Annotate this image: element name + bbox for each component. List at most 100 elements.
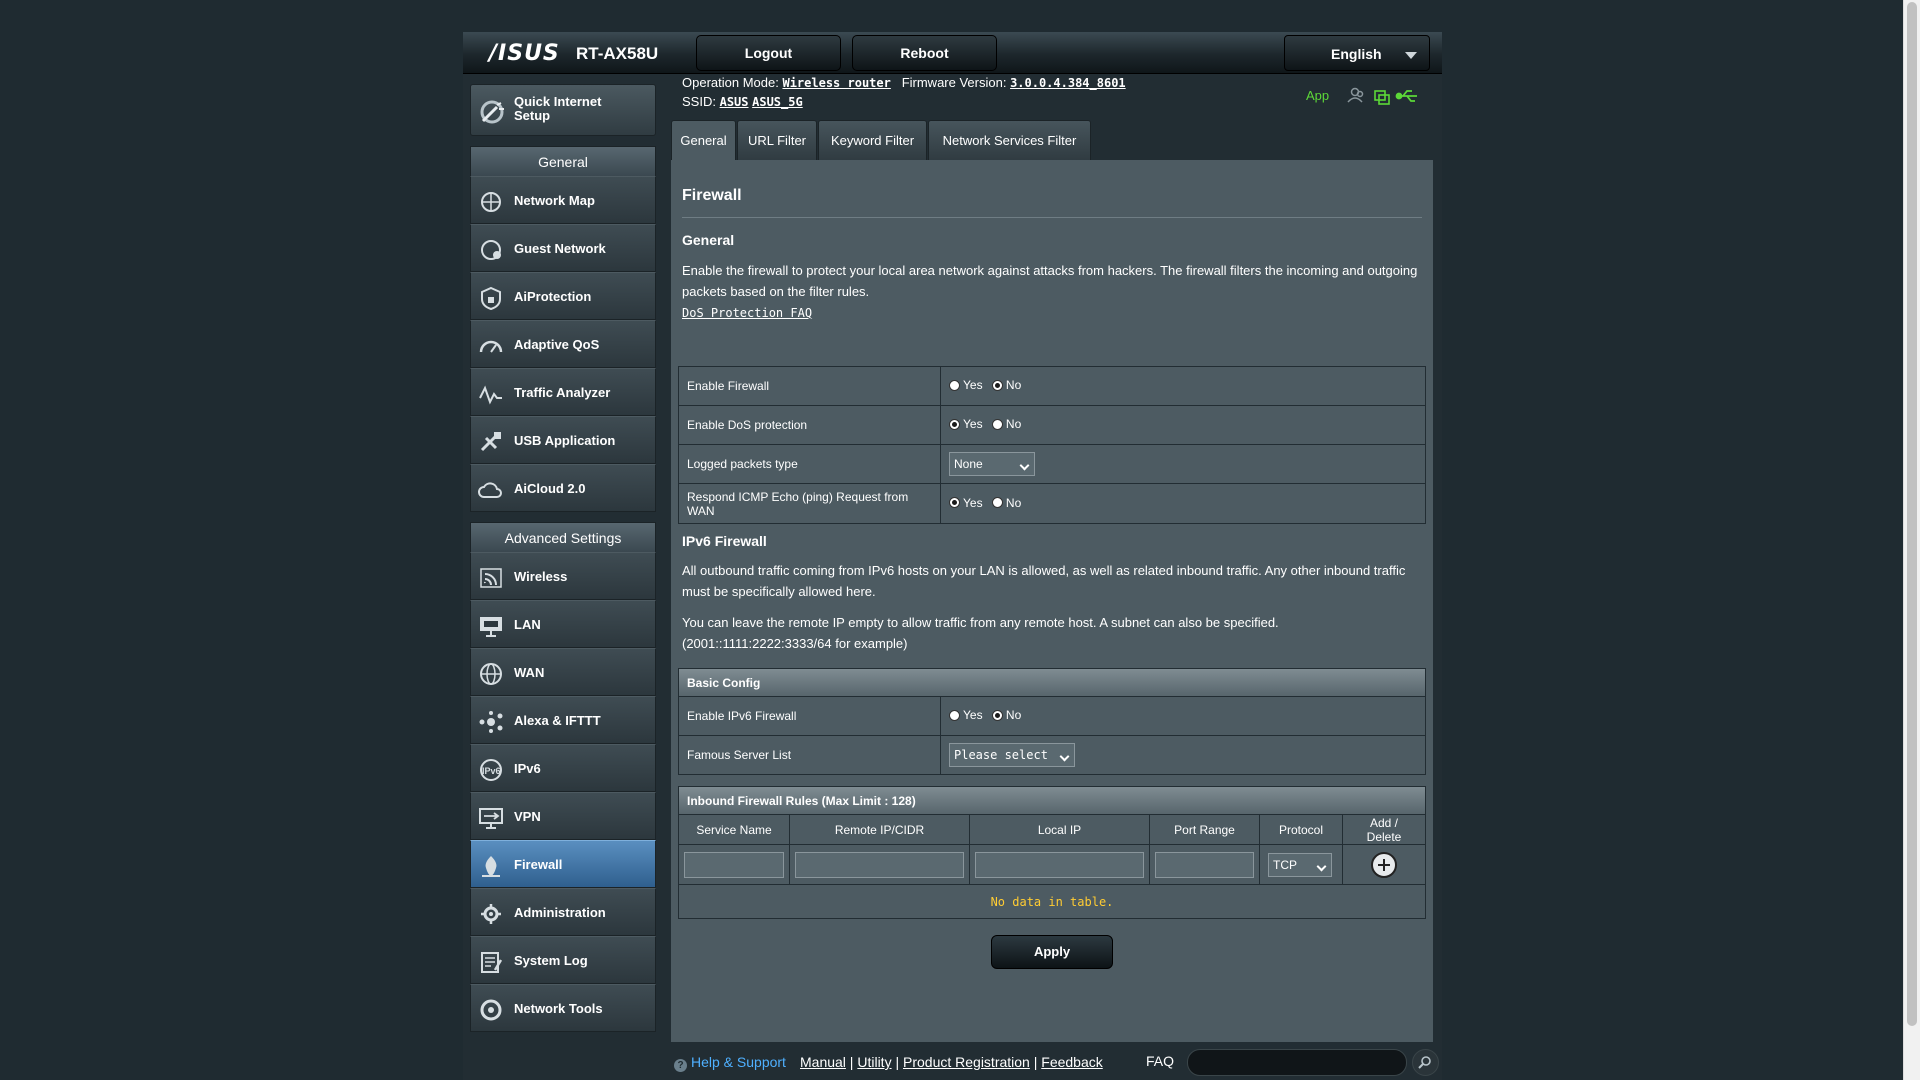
usb-icon[interactable] [1395,90,1418,102]
language-select[interactable]: English [1284,35,1430,71]
sidebar-item-aicloud-2-0[interactable]: AiCloud 2.0 [470,464,656,512]
ssid-link-2[interactable]: ASUS_5G [752,95,803,109]
logged-packets-label: Logged packets type [678,444,941,484]
protocol-select[interactable]: TCP [1268,852,1332,877]
page-scrollbar[interactable] [1903,0,1920,1080]
op-mode-link[interactable]: Wireless router [782,76,890,90]
utility-link[interactable]: Utility [857,1054,891,1070]
radio-yes[interactable] [949,418,960,430]
status-info: Operation Mode: Wireless router Firmware… [682,75,1126,113]
firewall-icon [482,856,500,877]
router-app: /ISUS RT-AX58U Logout Reboot English Ope… [463,32,1442,1080]
icmp-echo-yes[interactable]: Yes [949,496,983,510]
apply-button[interactable]: Apply [991,935,1113,969]
sidebar-item-label: LAN [514,617,541,632]
aicloud-2-0-icon [478,482,502,498]
enable-ipv6-no[interactable]: No [991,708,1021,722]
sidebar-item-aiprotection[interactable]: AiProtection [470,272,656,320]
radio-no[interactable] [991,418,1003,430]
enable-firewall-no[interactable]: No [991,378,1021,392]
reboot-button[interactable]: Reboot [852,35,997,71]
no-data-message: No data in table. [678,884,1426,919]
remote-ip-input[interactable] [795,851,964,878]
famous-server-select[interactable]: Please select [949,743,1075,767]
page-title: Firewall [682,187,742,204]
tab-network-services-filter[interactable]: Network Services Filter [928,120,1091,162]
sidebar-item-adaptive-qos[interactable]: Adaptive QoS [470,320,656,368]
radio-yes[interactable] [949,497,960,509]
sidebar-item-vpn[interactable]: VPN [470,792,656,840]
ssid-link-1[interactable]: ASUS [720,95,749,109]
col-port-range: Port Range [1149,814,1260,845]
sidebar-item-label: USB Application [514,433,616,448]
radio-no[interactable] [991,709,1003,721]
enable-dos-no[interactable]: No [991,417,1021,431]
sidebar-item-label: Wireless [514,569,568,584]
sidebar-item-administration[interactable]: Administration [470,888,656,936]
registration-link[interactable]: Product Registration [903,1054,1030,1070]
sidebar-item-label: IPv6 [514,761,541,776]
copy-icon[interactable] [1374,90,1390,105]
ipv6-description-1: All outbound traffic coming from IPv6 ho… [682,563,1406,599]
tab-keyword-filter[interactable]: Keyword Filter [818,120,927,162]
advanced-section-title: Advanced Settings [470,522,656,552]
clients-icon[interactable] [1347,87,1364,103]
help-support-label: Help & Support [691,1054,786,1070]
icmp-echo-no[interactable]: No [991,496,1021,510]
tab-general[interactable]: General [671,120,736,162]
enable-dos-yes[interactable]: Yes [949,417,983,431]
enable-firewall-yes[interactable]: Yes [949,378,983,392]
firmware-link[interactable]: 3.0.0.4.384_8601 [1010,76,1126,90]
sidebar-item-wan[interactable]: WAN [470,648,656,696]
logout-button[interactable]: Logout [696,35,841,71]
radio-no[interactable] [991,379,1003,391]
sidebar-item-label: AiCloud 2.0 [514,481,586,496]
col-service-name: Service Name [678,814,790,845]
scrollbar-thumb[interactable] [1907,2,1917,1026]
local-ip-input[interactable] [975,851,1144,878]
sidebar-item-alexa-ifttt[interactable]: Alexa & IFTTT [470,696,656,744]
service-name-input[interactable] [684,851,784,878]
basic-config-title: Basic Config [678,668,1426,697]
brand-logo: /ISUS [489,41,560,66]
sidebar-item-ipv6[interactable]: IPv6 IPv6 [470,744,656,792]
sidebar-item-label: Alexa & IFTTT [514,713,601,728]
help-support[interactable]: ? Help & Support [674,1054,786,1072]
yes-label: Yes [963,495,983,510]
sidebar-item-lan[interactable]: LAN [470,600,656,648]
enable-dos-label: Enable DoS protection [678,405,941,445]
sidebar-item-network-map[interactable]: Network Map [470,176,656,224]
app-link[interactable]: App [1306,88,1329,103]
add-rule-icon[interactable] [1371,851,1397,878]
quick-internet-setup[interactable]: Quick Internet Setup [470,84,656,136]
basic-config-table: Basic Config Enable IPv6 Firewall Yes No… [678,668,1426,775]
sidebar-item-wireless[interactable]: Wireless [470,552,656,600]
famous-server-label: Famous Server List [678,735,941,775]
main-content: Firewall General Enable the firewall to … [671,160,1433,1042]
sidebar-item-system-log[interactable]: System Log [470,936,656,984]
radio-no[interactable] [991,497,1003,509]
sidebar-item-guest-network[interactable]: Guest Network [470,224,656,272]
faq-search-button[interactable] [1412,1049,1439,1076]
sidebar-item-traffic-analyzer[interactable]: Traffic Analyzer [470,368,656,416]
manual-link[interactable]: Manual [800,1054,846,1070]
svg-text:IPv6: IPv6 [482,766,501,776]
enable-ipv6-yes[interactable]: Yes [949,708,983,722]
tab-url-filter[interactable]: URL Filter [737,120,817,162]
general-section-title: General [470,146,656,176]
radio-yes[interactable] [949,709,960,721]
feedback-link[interactable]: Feedback [1041,1054,1102,1070]
port-range-input[interactable] [1155,851,1254,878]
faq-search-input[interactable] [1187,1049,1407,1076]
sidebar-item-firewall[interactable]: Firewall [470,840,656,888]
sidebar-item-label: VPN [514,809,541,824]
language-value: English [1331,46,1382,62]
col-protocol: Protocol [1259,814,1343,845]
vpn-icon [479,808,503,829]
top-banner: /ISUS RT-AX58U Logout Reboot English [463,32,1442,74]
sidebar-item-network-tools[interactable]: Network Tools [470,984,656,1032]
dos-faq-link[interactable]: DoS Protection FAQ [682,306,812,320]
logged-packets-select[interactable]: None [949,452,1035,476]
sidebar-item-usb-application[interactable]: USB Application [470,416,656,464]
radio-yes[interactable] [949,379,960,391]
